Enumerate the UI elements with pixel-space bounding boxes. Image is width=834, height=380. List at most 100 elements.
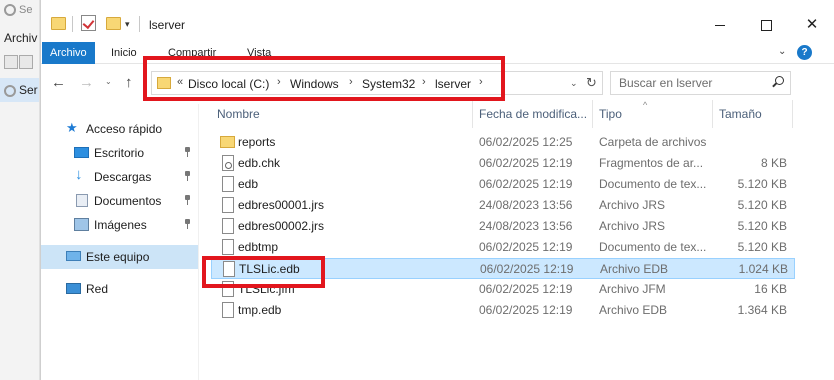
window-title: lserver [149, 18, 186, 32]
file-type: Archivo JRS [599, 219, 666, 233]
gear-icon [4, 84, 16, 97]
close-button[interactable]: ✕ [789, 10, 834, 40]
file-icon [222, 197, 234, 213]
background-window-selected-label: Ser [4, 83, 38, 97]
breadcrumb-lserver[interactable]: lserver [435, 77, 471, 91]
recent-locations-chevron-icon[interactable]: ⌄ [105, 77, 112, 86]
pin-icon[interactable] [184, 147, 191, 157]
expand-ribbon-chevron-icon[interactable]: ⌄ [778, 46, 786, 57]
file-name: edbres00002.jrs [238, 219, 325, 233]
background-window-menu[interactable]: Archiv [4, 31, 37, 45]
folder-icon [157, 77, 171, 89]
file-row[interactable]: reports 06/02/2025 12:25 Carpeta de arch… [211, 132, 795, 153]
sidebar-item-imagenes[interactable]: Imágenes [41, 213, 198, 237]
up-arrow-icon[interactable]: ↑ [125, 74, 133, 91]
pane-divider[interactable] [198, 104, 199, 380]
forward-arrow-icon[interactable]: → [79, 74, 94, 91]
breadcrumb-separator-icon[interactable]: › [479, 76, 483, 88]
breadcrumb-separator-icon[interactable]: › [277, 76, 281, 88]
system-file-icon [222, 155, 234, 171]
address-history-chevron-icon[interactable]: ⌄ [570, 78, 578, 89]
tab-inicio[interactable]: Inicio [103, 42, 145, 64]
file-type: Documento de tex... [599, 177, 707, 191]
file-row[interactable]: edb 06/02/2025 12:19 Documento de tex...… [211, 174, 795, 195]
minimize-button[interactable] [697, 10, 743, 40]
file-type: Documento de tex... [599, 240, 707, 254]
column-header-name[interactable]: Nombre [211, 100, 473, 128]
file-icon [222, 176, 234, 192]
file-row[interactable]: edbres00002.jrs 24/08/2023 13:56 Archivo… [211, 216, 795, 237]
column-header-size[interactable]: Tamaño [713, 100, 793, 128]
breadcrumb-windows[interactable]: Windows [290, 77, 339, 91]
address-bar[interactable]: « Disco local (C:) › Windows › System32 … [151, 71, 603, 95]
title-bar: ▾ lserver ✕ [41, 0, 834, 42]
file-icon [222, 281, 234, 297]
file-date: 06/02/2025 12:19 [479, 156, 573, 170]
background-window-title: Se [4, 4, 32, 17]
properties-check-icon[interactable] [81, 15, 96, 31]
documents-icon [76, 194, 88, 207]
file-type: Archivo JFM [599, 282, 666, 296]
sidebar-item-descargas[interactable]: ↓ Descargas [41, 165, 198, 189]
file-type: Archivo EDB [600, 262, 669, 276]
file-name: edbres00001.jrs [238, 198, 325, 212]
file-row[interactable]: edb.chk 06/02/2025 12:19 Fragmentos de a… [211, 153, 795, 174]
network-icon [66, 283, 81, 294]
breadcrumb-disco-local[interactable]: Disco local (C:) [188, 77, 269, 91]
breadcrumb-separator-icon[interactable]: › [422, 76, 426, 88]
pin-icon[interactable] [184, 195, 191, 205]
search-icon[interactable] [775, 76, 784, 85]
file-row-selected[interactable]: TLSLic.edb 06/02/2025 12:19 Archivo EDB … [211, 258, 795, 279]
file-row[interactable]: tmp.edb 06/02/2025 12:19 Archivo EDB 1.3… [211, 300, 795, 321]
pictures-icon [74, 218, 89, 231]
maximize-button[interactable] [743, 10, 789, 40]
file-size: 8 KB [760, 156, 787, 170]
file-icon [222, 302, 234, 318]
help-icon[interactable]: ? [797, 45, 812, 60]
computer-icon [66, 251, 81, 261]
file-row[interactable]: TLSLic.jfm 06/02/2025 12:19 Archivo JFM … [211, 279, 795, 300]
file-explorer-window: ▾ lserver ✕ Archivo Inicio Compartir Vis… [40, 0, 834, 380]
sidebar-item-documentos[interactable]: Documentos [41, 189, 198, 213]
back-arrow-icon[interactable]: ← [51, 74, 66, 91]
customize-toolbar-chevron-icon[interactable]: ▾ [125, 19, 130, 30]
download-icon: ↓ [75, 166, 83, 183]
breadcrumb-separator-icon[interactable]: › [349, 76, 353, 88]
sidebar-item-label: Acceso rápido [86, 122, 163, 136]
new-folder-icon[interactable] [106, 17, 121, 30]
overflow-chevron-icon[interactable]: « [177, 76, 183, 88]
sidebar-item-escritorio[interactable]: Escritorio [41, 141, 198, 165]
sidebar-item-red[interactable]: Red [41, 277, 198, 301]
background-window-nav-arrows[interactable] [4, 55, 39, 71]
sidebar-item-label: Red [86, 282, 109, 296]
file-type: Carpeta de archivos [599, 135, 707, 149]
file-row[interactable]: edbtmp 06/02/2025 12:19 Documento de tex… [211, 237, 795, 258]
file-name: reports [238, 135, 276, 149]
file-size: 5.120 KB [737, 198, 787, 212]
refresh-icon[interactable]: ↻ [586, 75, 597, 91]
sidebar-item-acceso-rapido[interactable]: ★ Acceso rápido [41, 117, 198, 141]
file-type: Fragmentos de ar... [599, 156, 704, 170]
navigation-bar: ← → ⌄ ↑ « Disco local (C:) › Windows › S… [41, 68, 834, 100]
sidebar-item-label: Escritorio [94, 146, 145, 160]
tab-compartir[interactable]: Compartir [160, 42, 224, 64]
file-date: 06/02/2025 12:19 [479, 282, 573, 296]
pin-icon[interactable] [184, 171, 191, 181]
tab-archivo[interactable]: Archivo [42, 42, 95, 64]
sidebar-item-label: Imágenes [94, 218, 147, 232]
column-header-date[interactable]: Fecha de modifica... [473, 100, 593, 128]
file-type: Archivo EDB [599, 303, 668, 317]
tab-vista[interactable]: Vista [239, 42, 279, 64]
search-input[interactable] [610, 71, 791, 95]
divider [139, 16, 140, 32]
pin-icon[interactable] [184, 219, 191, 229]
sidebar-item-este-equipo[interactable]: Este equipo [41, 245, 198, 269]
breadcrumb-system32[interactable]: System32 [362, 77, 415, 91]
divider [72, 16, 73, 32]
file-row[interactable]: edbres00001.jrs 24/08/2023 13:56 Archivo… [211, 195, 795, 216]
file-date: 06/02/2025 12:19 [480, 262, 574, 276]
column-header-type[interactable]: Tipo [593, 100, 713, 128]
file-icon [222, 218, 234, 234]
file-name: TLSLic.edb [239, 262, 300, 276]
file-date: 24/08/2023 13:56 [479, 219, 573, 233]
